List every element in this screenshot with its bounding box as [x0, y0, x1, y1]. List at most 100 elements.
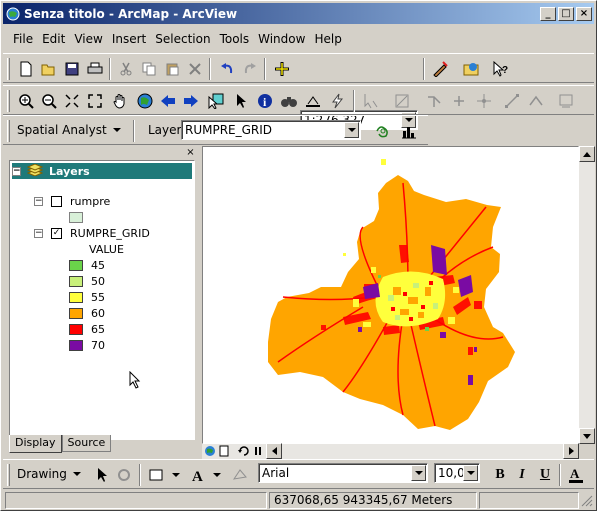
collapse-toggle[interactable]: − [34, 196, 43, 206]
zoom-in-icon[interactable] [15, 90, 37, 112]
full-extent-globe-icon[interactable] [134, 90, 156, 112]
edit-vertices-icon[interactable] [229, 464, 251, 486]
editor-toolbar-icon[interactable] [429, 58, 451, 80]
open-folder-icon[interactable] [38, 58, 60, 80]
title-bar[interactable]: Senza titolo - ArcMap - ArcView _ □ × [3, 3, 594, 24]
menu-file[interactable]: File [13, 32, 33, 46]
menu-window[interactable]: Window [258, 32, 305, 46]
tab-display[interactable]: Display [9, 435, 62, 453]
layout-view-icon[interactable] [218, 445, 230, 457]
select-elements-icon[interactable] [91, 464, 113, 486]
chevron-down-icon[interactable] [344, 122, 359, 138]
fixed-zoom-out-icon[interactable] [84, 90, 106, 112]
toolbar-grip[interactable] [7, 120, 10, 142]
font-color-icon[interactable]: A [565, 464, 587, 486]
identify-icon[interactable]: i [254, 90, 276, 112]
close-icon[interactable]: × [185, 148, 196, 158]
pan-hand-icon[interactable] [109, 90, 131, 112]
toolbar-separator [559, 464, 561, 486]
toc-layer-rumpre[interactable]: − rumpre [34, 193, 110, 209]
hyperlink-bolt-icon[interactable] [326, 90, 348, 112]
line-tool-icon[interactable] [501, 90, 523, 112]
toc-layer-rumpre-grid[interactable]: − ✓ RUMPRE_GRID [34, 225, 150, 241]
status-bar: 637068,65 943345,67 Meters [3, 490, 594, 509]
sketch-tool-icon[interactable] [391, 90, 413, 112]
collapse-toggle[interactable]: − [34, 228, 43, 238]
new-document-icon[interactable] [15, 58, 37, 80]
refresh-icon[interactable] [238, 445, 250, 457]
menu-insert[interactable]: Insert [112, 32, 146, 46]
font-size-combo[interactable]: 10,00 [434, 463, 480, 483]
edit-vertices-icon[interactable] [473, 90, 495, 112]
whats-this-help-icon[interactable]: ? [489, 58, 511, 80]
maximize-button[interactable]: □ [558, 6, 574, 21]
measure-icon[interactable] [302, 90, 324, 112]
scroll-right-arrow-icon[interactable] [563, 443, 579, 459]
scroll-down-arrow-icon[interactable] [579, 428, 595, 444]
zoom-out-icon[interactable] [38, 90, 60, 112]
scroll-up-arrow-icon[interactable] [579, 146, 595, 162]
cut-icon[interactable] [115, 58, 137, 80]
drawing-menu[interactable]: Drawing [17, 467, 81, 481]
select-elements-icon[interactable] [230, 90, 252, 112]
menu-edit[interactable]: Edit [42, 32, 65, 46]
minimize-button[interactable]: _ [540, 6, 556, 21]
legend-item: 65 [69, 321, 105, 337]
toolbar-grip[interactable] [7, 90, 10, 112]
toolbar-grip[interactable] [7, 464, 10, 486]
paste-icon[interactable] [161, 58, 183, 80]
rotate-tool-icon[interactable] [448, 90, 470, 112]
add-data-icon[interactable] [271, 58, 293, 80]
fixed-zoom-in-icon[interactable] [61, 90, 83, 112]
save-icon[interactable] [61, 58, 83, 80]
find-binoculars-icon[interactable] [278, 90, 300, 112]
split-tool-icon[interactable] [423, 90, 445, 112]
resize-grip-icon[interactable] [581, 494, 593, 507]
table-of-contents: × − Layers − rumpre − ✓ RUMPRE_GRID VALU… [9, 148, 197, 454]
select-features-icon[interactable] [205, 90, 227, 112]
spatial-analyst-menu[interactable]: Spatial Analyst [17, 123, 121, 137]
edit-properties-icon[interactable] [555, 90, 577, 112]
attributes-icon[interactable] [525, 90, 547, 112]
histogram-icon[interactable] [398, 120, 420, 142]
toc-root-layers[interactable]: − Layers [12, 162, 192, 179]
chevron-down-icon[interactable] [463, 465, 478, 481]
undo-icon[interactable] [216, 58, 238, 80]
delete-icon[interactable] [184, 58, 206, 80]
data-view-globe-icon[interactable] [204, 445, 216, 457]
font-combo[interactable]: Arial [258, 463, 428, 483]
contour-icon[interactable] [372, 120, 394, 142]
layer-visibility-checkbox[interactable] [51, 195, 62, 207]
scroll-left-arrow-icon[interactable] [266, 443, 282, 459]
vertical-scrollbar[interactable] [579, 146, 595, 444]
layer-combo[interactable]: RUMPRE_GRID [181, 120, 361, 140]
print-icon[interactable] [84, 58, 106, 80]
pause-drawing-icon[interactable] [252, 445, 264, 457]
layer-visibility-checkbox[interactable]: ✓ [51, 227, 62, 239]
arccatalog-icon[interactable] [460, 58, 482, 80]
italic-button[interactable]: I [511, 464, 533, 486]
underline-button[interactable]: U [534, 464, 556, 486]
collapse-toggle[interactable]: − [12, 166, 21, 176]
redo-icon[interactable] [239, 58, 261, 80]
rotate-icon[interactable] [113, 464, 135, 486]
menu-selection[interactable]: Selection [155, 32, 210, 46]
edit-tool-icon[interactable] [360, 90, 382, 112]
chevron-down-icon[interactable] [165, 464, 187, 486]
map-display[interactable] [202, 146, 579, 444]
copy-icon[interactable] [138, 58, 160, 80]
menu-help[interactable]: Help [314, 32, 341, 46]
chevron-down-icon[interactable] [206, 464, 228, 486]
menu-view[interactable]: View [74, 32, 102, 46]
menu-tools[interactable]: Tools [220, 32, 250, 46]
back-arrow-icon[interactable] [157, 90, 179, 112]
legend-item: 70 [69, 337, 105, 353]
chevron-down-icon[interactable] [411, 465, 426, 481]
tab-source[interactable]: Source [61, 435, 112, 452]
bold-button[interactable]: B [489, 464, 511, 486]
toolbar-grip[interactable] [7, 58, 10, 80]
horizontal-scrollbar[interactable] [202, 443, 579, 459]
forward-arrow-icon[interactable] [180, 90, 202, 112]
close-button[interactable]: × [576, 6, 592, 21]
new-rectangle-icon[interactable] [145, 464, 167, 486]
